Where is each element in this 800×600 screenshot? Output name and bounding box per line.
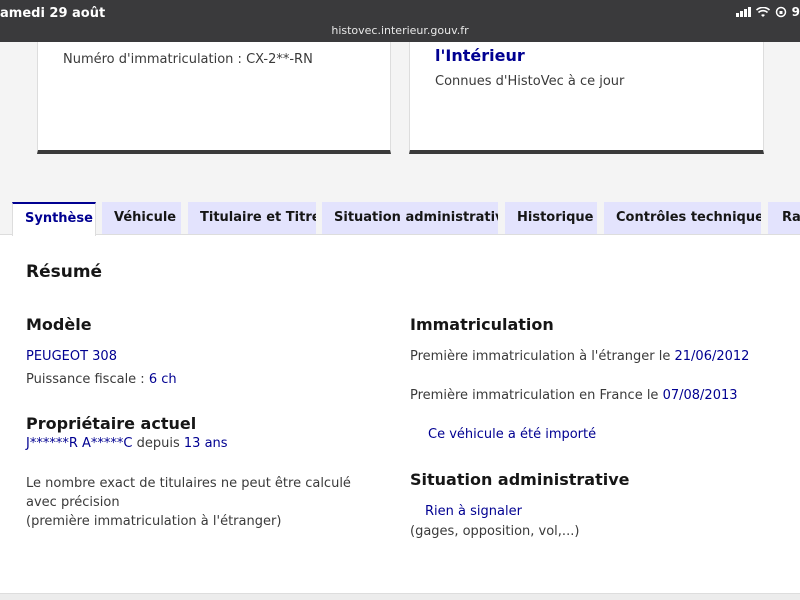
fiscal-power-value: 6 ch: [148, 372, 177, 387]
admin-status-heading: Situation administrative: [410, 470, 630, 489]
owner-since-value: 13 ans: [183, 436, 228, 451]
france-registration: Première immatriculation en France le 07…: [410, 388, 738, 403]
registration-heading: Immatriculation: [410, 315, 554, 334]
card-subtitle: Connues d'HistoVec à ce jour: [435, 74, 625, 89]
tab-bar: Synthèse Véhicule Titulaire et Titre Sit…: [0, 202, 800, 236]
tab-titulaire-titre[interactable]: Titulaire et Titre: [188, 202, 316, 235]
synthese-panel: Résumé Modèle PEUGEOT 308 Puissance fisc…: [0, 234, 800, 594]
tab-situation-administrative[interactable]: Situation administrative: [322, 202, 498, 235]
wifi-icon: [755, 6, 770, 18]
tab-vehicule[interactable]: Véhicule: [102, 202, 181, 235]
fiscal-power: Puissance fiscale : 6 ch: [26, 372, 177, 387]
admin-status-details: (gages, opposition, vol,...): [410, 524, 580, 539]
status-icons: 9: [735, 5, 800, 19]
card-title[interactable]: l'Intérieur: [435, 46, 525, 65]
owner-since-label: depuis: [136, 436, 180, 451]
battery-percent: 9: [791, 5, 800, 19]
fiscal-power-label: Puissance fiscale :: [26, 372, 145, 387]
owner-count-note: Le nombre exact de titulaires ne peut êt…: [26, 476, 351, 510]
status-time: amedi 29 août: [0, 6, 106, 21]
tab-historique[interactable]: Historique: [505, 202, 597, 235]
model-name: PEUGEOT 308: [26, 349, 117, 364]
owner-count-reason: (première immatriculation à l'étranger): [26, 514, 282, 529]
france-registration-date: 07/08/2013: [662, 388, 738, 403]
imported-vehicle-link[interactable]: Ce véhicule a été importé: [428, 427, 596, 442]
foreign-registration: Première immatriculation à l'étranger le…: [410, 349, 749, 364]
owner-name: J******R A*****C: [26, 436, 133, 451]
orientation-lock-icon: [775, 6, 787, 18]
owner-line: J******R A*****C depuis 13 ans: [26, 436, 228, 451]
signal-icon: [735, 7, 751, 17]
vehicle-plate-card: Numéro d'immatriculation : CX-2**-RN: [37, 42, 391, 154]
interior-data-card: l'Intérieur Connues d'HistoVec à ce jour: [409, 42, 764, 154]
page-bottom-strip: [0, 594, 800, 600]
model-heading: Modèle: [26, 315, 92, 334]
france-registration-label: Première immatriculation en France le: [410, 388, 659, 403]
owner-heading: Propriétaire actuel: [26, 414, 197, 433]
plate-number: Numéro d'immatriculation : CX-2**-RN: [63, 52, 313, 67]
admin-status-link[interactable]: Rien à signaler: [425, 504, 522, 519]
section-title: Résumé: [26, 262, 103, 282]
tab-rapport[interactable]: Rap: [768, 202, 800, 235]
foreign-registration-label: Première immatriculation à l'étranger le: [410, 349, 671, 364]
tab-controles-techniques[interactable]: Contrôles techniques: [604, 202, 761, 235]
browser-top-bar: amedi 29 août histovec.interieur.gouv.fr…: [0, 0, 800, 42]
foreign-registration-date: 21/06/2012: [674, 349, 750, 364]
address-bar-url[interactable]: histovec.interieur.gouv.fr: [0, 24, 800, 37]
tab-synthese[interactable]: Synthèse: [12, 202, 96, 236]
